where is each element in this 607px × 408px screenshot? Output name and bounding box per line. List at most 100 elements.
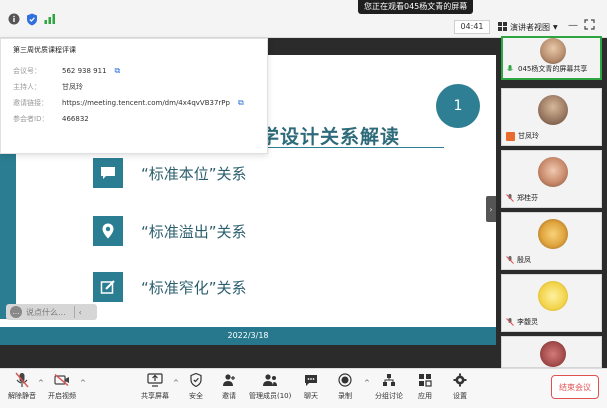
copy-icon[interactable]: ⧉: [238, 98, 244, 108]
share-screen-button[interactable]: 共享屏幕: [141, 372, 169, 401]
members-icon: [262, 372, 278, 388]
collapse-panel-handle[interactable]: ›: [486, 196, 496, 222]
participant-tile[interactable]: [501, 336, 602, 368]
copy-icon[interactable]: ⧉: [115, 66, 121, 76]
slide-footer: 2022/3/18: [0, 327, 496, 345]
add-user-icon: [221, 372, 237, 388]
invite-link-row: 邀请链接： https://meeting.tencent.com/dm/4x4…: [13, 95, 255, 111]
participant-panel: 045杨文青的屏幕共享 甘凤玲 郑桂芬 殷凤 李馥灵: [498, 36, 607, 368]
meeting-info-popover: 第三周优质课程评课 会议号： 562 938 911 ⧉ 主持人： 甘凤玲 邀请…: [0, 38, 268, 154]
participant-name: 殷凤: [517, 256, 531, 264]
apps-label: 应用: [418, 392, 432, 400]
chevron-up-icon[interactable]: ^: [173, 379, 179, 387]
apps-button[interactable]: 应用: [417, 372, 433, 401]
meeting-timer: 04:41: [454, 20, 490, 34]
avatar: [538, 95, 568, 125]
participant-name: 甘凤玲: [518, 132, 539, 140]
invite-link-label: 邀请链接：: [13, 99, 48, 107]
participant-tile-sharing[interactable]: 045杨文青的屏幕共享: [501, 36, 602, 80]
settings-button[interactable]: 设置: [452, 372, 468, 401]
view-mode-selector[interactable]: 演讲者视图 ▼: [494, 19, 562, 35]
participant-tile[interactable]: 郑桂芬: [501, 150, 602, 208]
meeting-id-row: 会议号： 562 938 911 ⧉: [13, 63, 255, 79]
participant-name-row: 甘凤玲: [506, 131, 539, 141]
unmute-button[interactable]: 解除静音: [8, 372, 36, 401]
comment-icon: [93, 158, 123, 188]
participant-id-label: 参会者ID：: [13, 115, 49, 123]
host-label: 主持人：: [13, 83, 41, 91]
participant-name-row: 李馥灵: [506, 317, 538, 327]
signal-icon: [40, 9, 60, 29]
host-value: 甘凤玲: [62, 83, 83, 91]
chevron-up-icon[interactable]: ^: [38, 379, 44, 387]
avatar: [538, 157, 568, 187]
participant-name: 李馥灵: [517, 318, 538, 326]
mic-muted-icon: [506, 318, 514, 326]
meeting-window: 您正在观看045杨文青的屏幕 04:41 演讲者视图 ▼ — 1 地理课程标准与…: [0, 0, 607, 408]
gear-icon: [452, 372, 468, 388]
participant-id-row: 参会者ID： 466832: [13, 111, 255, 127]
chevron-up-icon[interactable]: ^: [364, 379, 370, 387]
invite-label: 邀请: [222, 392, 236, 400]
chat-icon: [303, 372, 319, 388]
end-meeting-button[interactable]: 结束会议: [551, 375, 599, 399]
record-icon: [337, 372, 353, 388]
slide-item-2: “标准溢出”关系: [93, 216, 247, 246]
slide-item-3: “标准窄化”关系: [93, 272, 247, 302]
minus-icon[interactable]: —: [568, 20, 578, 31]
participant-name: 郑桂芬: [517, 194, 538, 202]
participant-name-row: 殷凤: [506, 255, 531, 265]
slide-footer-gap: [0, 319, 496, 327]
edit-icon: [93, 272, 123, 302]
mic-muted-icon: [14, 372, 30, 388]
slide-item-text: “标准窄化”关系: [141, 278, 247, 297]
slide-item-text: “标准溢出”关系: [141, 222, 247, 241]
chat-label: 聊天: [304, 392, 318, 400]
fullscreen-icon[interactable]: [584, 19, 595, 33]
participant-name-row: 郑桂芬: [506, 193, 538, 203]
chat-button[interactable]: 聊天: [303, 372, 319, 401]
breakout-label: 分组讨论: [375, 392, 403, 400]
chevron-down-icon: ▼: [553, 23, 558, 31]
meeting-id-label: 会议号：: [13, 67, 41, 75]
breakout-icon: [381, 372, 397, 388]
chat-placeholder: 说点什么...: [26, 307, 66, 317]
host-row: 主持人： 甘凤玲: [13, 79, 255, 95]
divider: [73, 306, 75, 318]
chevron-up-icon[interactable]: ^: [80, 379, 86, 387]
shield-icon[interactable]: [22, 9, 42, 29]
participant-tile[interactable]: 殷凤: [501, 212, 602, 270]
participant-name: 045杨文青的屏幕共享: [518, 65, 588, 73]
security-button[interactable]: 安全: [188, 372, 204, 401]
security-label: 安全: [189, 392, 203, 400]
slide-page-badge: 1: [436, 84, 480, 128]
chat-quick-input[interactable]: … 说点什么... ‹: [6, 304, 97, 320]
slide-date: 2022/3/18: [227, 331, 269, 340]
top-bar: 您正在观看045杨文青的屏幕 04:41 演讲者视图 ▼ —: [0, 0, 607, 38]
meeting-title: 第三周优质课程评课: [13, 46, 76, 54]
slide-item-text: “标准本位”关系: [141, 164, 247, 183]
invite-link-value[interactable]: https://meeting.tencent.com/dm/4x4qvVB37…: [62, 99, 230, 107]
share-label: 共享屏幕: [141, 392, 169, 400]
mic-icon: [507, 65, 515, 73]
info-icon[interactable]: [4, 9, 24, 29]
chevron-left-icon[interactable]: ‹: [79, 308, 82, 317]
participant-id-value: 466832: [62, 115, 89, 123]
participant-tile[interactable]: 李馥灵: [501, 274, 602, 332]
avatar: [540, 341, 566, 367]
unmute-label: 解除静音: [8, 392, 36, 400]
chat-icon: …: [10, 306, 22, 318]
avatar: [540, 38, 566, 64]
start-video-button[interactable]: 开启视频: [48, 372, 76, 401]
watching-screen-label: 您正在观看045杨文青的屏幕: [358, 0, 474, 14]
participant-tile[interactable]: 甘凤玲: [501, 88, 602, 146]
record-label: 录制: [338, 392, 352, 400]
share-screen-icon: [147, 372, 163, 388]
record-button[interactable]: 录制: [337, 372, 353, 401]
breakout-button[interactable]: 分组讨论: [375, 372, 403, 401]
invite-button[interactable]: 邀请: [221, 372, 237, 401]
manage-members-button[interactable]: 管理成员(10): [249, 372, 291, 401]
shield-icon: [188, 372, 204, 388]
video-label: 开启视频: [48, 392, 76, 400]
avatar: [538, 219, 568, 249]
